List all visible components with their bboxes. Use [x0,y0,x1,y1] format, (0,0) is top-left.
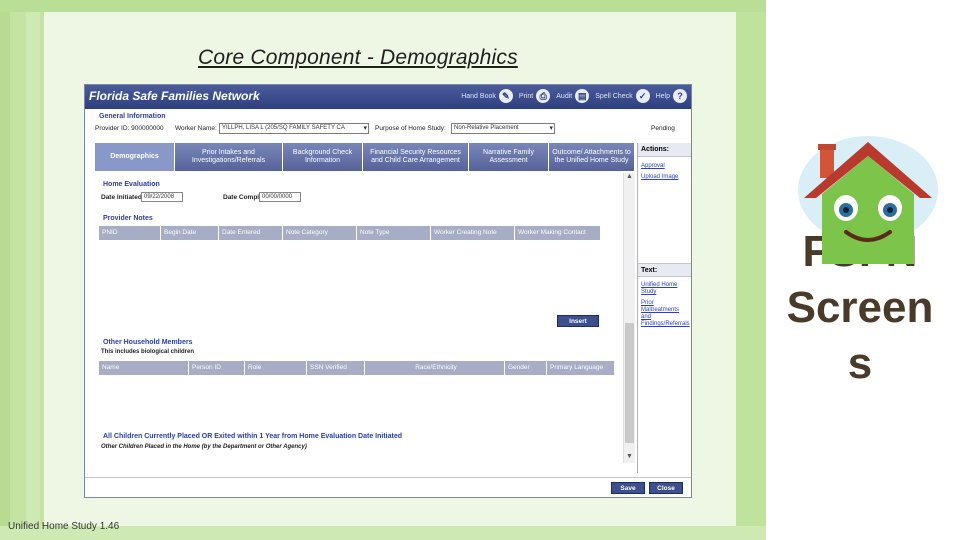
insert-button[interactable]: Insert [557,315,599,327]
slide-footer: Unified Home Study 1.46 [8,521,120,532]
audit-button[interactable]: Audit ▤ [556,89,590,103]
column-header[interactable]: Worker Creating Note [431,226,515,240]
demographics-content: Home Evaluation Date Initiated: 09/22/20… [95,173,635,463]
tab-background-check[interactable]: Background Check Information [283,143,363,171]
provider-notes-header: Provider Notes [103,215,153,222]
toolbar: Hand Book ✎ Print ⎙ Audit ▤ Spell Check … [461,89,687,103]
general-info-header: General Information [99,113,166,120]
scroll-up-icon[interactable]: ▲ [624,173,635,183]
help-button[interactable]: Help ? [656,89,687,103]
audit-icon: ▤ [575,89,590,103]
column-header[interactable]: Role [245,361,307,375]
actions-header: Actions: [638,143,691,157]
text-header: Text: [638,263,691,277]
worker-name-select[interactable]: YILLPH, LISA L (205/SQ FAMILY SAFETY CA [219,123,369,134]
column-header[interactable]: PNID [99,226,161,240]
scroll-down-icon[interactable]: ▼ [624,453,635,463]
worker-name-label: Worker Name: [175,125,217,132]
pencil-icon: ✎ [498,89,513,103]
column-header[interactable]: Primary Language [547,361,615,375]
tab-prior-intakes[interactable]: Prior Intakes and Investigations/Referra… [175,143,283,171]
tab-narrative-assessment[interactable]: Narrative Family Assessment [469,143,549,171]
date-initiated-label: Date Initiated: [101,194,144,201]
app-window: Florida Safe Families Network Hand Book … [84,84,692,498]
column-header[interactable]: Note Type [357,226,431,240]
bottom-button-bar: Save Close [85,477,691,497]
date-initiated-input[interactable]: 09/22/2008 [141,192,183,202]
household-grid-header: Name Person ID Role SSN Verified Race/Et… [99,361,615,375]
provider-notes-grid-header: PNID Begin Date Date Entered Note Catego… [99,226,601,240]
tab-outcome-attachments[interactable]: Outcome/ Attachments to the Unified Home… [549,143,635,171]
column-header[interactable]: Begin Date [161,226,219,240]
upload-image-link[interactable]: Upload Image [638,172,691,183]
print-button[interactable]: Print ⎙ [519,89,551,103]
scroll-thumb[interactable] [625,323,634,443]
column-header[interactable]: Person ID [189,361,245,375]
column-header[interactable]: Note Category [283,226,357,240]
column-header[interactable]: Worker Making Contact [515,226,601,240]
placed-children-header: All Children Currently Placed OR Exited … [103,433,402,440]
purpose-label: Purpose of Home Study: [375,125,446,132]
purpose-select[interactable]: Non-Relative Placement [451,123,555,134]
provider-id: Provider ID: 900000000 [95,125,164,132]
column-header[interactable]: SSN Verified [307,361,365,375]
app-titlebar: Florida Safe Families Network Hand Book … [85,85,691,109]
column-header[interactable]: Gender [505,361,547,375]
save-button[interactable]: Save [611,482,645,494]
spellcheck-icon: ✓ [635,89,650,103]
column-header[interactable]: Name [99,361,189,375]
tab-financial-security[interactable]: Financial Security Resources and Child C… [363,143,469,171]
print-icon: ⎙ [536,89,551,103]
placed-children-subheader: Other Children Placed in the Home (by th… [101,444,307,450]
column-header[interactable]: Date Entered [219,226,283,240]
slide-title: Core Component - Demographics [198,46,518,69]
status-text: Pending [651,125,675,132]
help-icon: ? [673,89,687,103]
close-button[interactable]: Close [649,482,683,494]
home-eval-header: Home Evaluation [103,181,160,188]
handbook-button[interactable]: Hand Book ✎ [461,89,513,103]
tab-bar: Demographics Prior Intakes and Investiga… [95,143,635,171]
app-title: Florida Safe Families Network [89,89,260,103]
spellcheck-button[interactable]: Spell Check ✓ [595,89,650,103]
household-header: Other Household Members [103,339,193,346]
approval-link[interactable]: Approval [638,161,691,172]
actions-panel: Actions: Approval Upload Image Text: Uni… [637,143,691,473]
prior-maltreatments-link[interactable]: Prior Maltreatments and Findings/Referra… [638,298,691,330]
house-mascot-icon [798,136,938,264]
content-scrollbar[interactable]: ▲ ▼ [623,173,635,463]
unified-home-study-link[interactable]: Unified Home Study [638,280,691,298]
column-header[interactable]: Race/Ethnicity [365,361,505,375]
general-info-row: Provider ID: 900000000 Worker Name: YILL… [95,123,687,135]
household-subheader: This includes biological children [101,349,195,355]
tab-demographics[interactable]: Demographics [95,143,175,171]
date-completed-input[interactable]: 00/00/0000 [259,192,301,202]
